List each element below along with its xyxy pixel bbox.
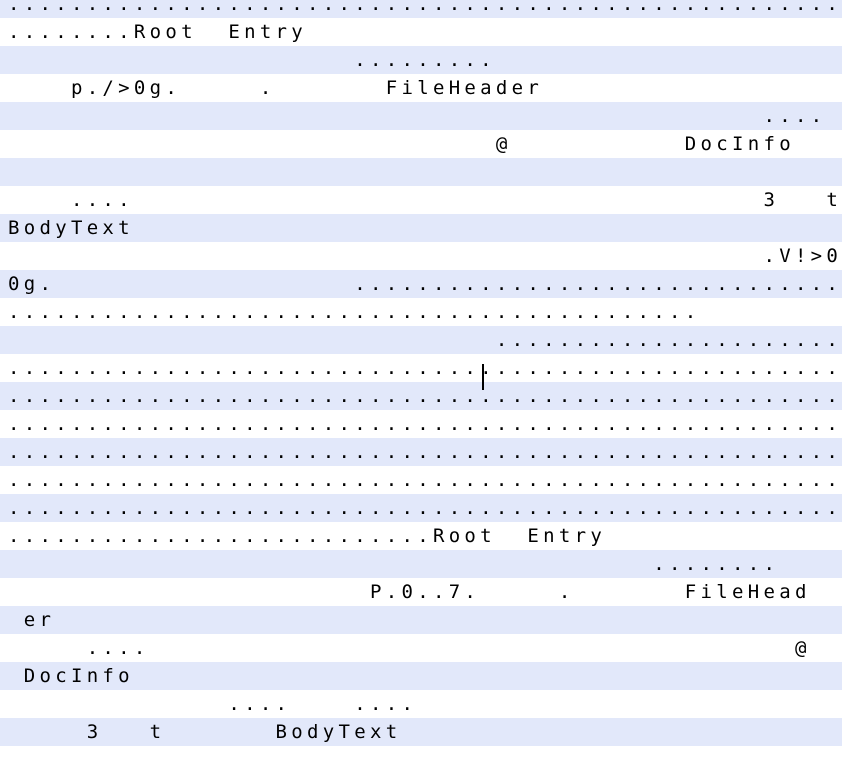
text-line: er [0, 606, 842, 634]
text-line: ........................................… [0, 494, 842, 522]
text-cursor [482, 364, 484, 390]
text-line: 3 t BodyText [0, 718, 842, 746]
text-line: ........................................… [8, 469, 842, 491]
text-line: ........................................… [0, 0, 842, 18]
text-line: ........................................… [8, 413, 842, 435]
text-line: ........................................… [8, 301, 701, 323]
text-line: DocInfo [0, 662, 842, 690]
text-line: ......................... [0, 326, 842, 354]
text-line: BodyText [0, 214, 842, 242]
text-line: .... [0, 102, 842, 130]
text-line: .... [0, 158, 842, 186]
text-line: ...........................Root Entry [8, 525, 607, 547]
text-line: ........ [0, 550, 842, 578]
text-line: .... @ [8, 637, 811, 659]
text-line: P.0..7. . FileHead [8, 581, 811, 603]
text-line: ........................................… [8, 357, 842, 379]
text-line: ......... [0, 46, 842, 74]
text-line [0, 746, 842, 774]
text-line: @ DocInfo [8, 133, 795, 155]
text-line: 0g. ................................ [0, 270, 842, 298]
text-line: ........................................… [0, 438, 842, 466]
text-line: .... .... [8, 693, 418, 715]
text-editor-area[interactable]: ........................................… [0, 0, 842, 770]
text-line: p./>0g. . FileHeader [8, 77, 544, 99]
text-line: ........................................… [0, 382, 842, 410]
text-line: ........Root Entry [8, 21, 308, 43]
text-line: .V!>0g. .V!> [763, 245, 842, 267]
text-line: .... 3 t [8, 189, 842, 211]
